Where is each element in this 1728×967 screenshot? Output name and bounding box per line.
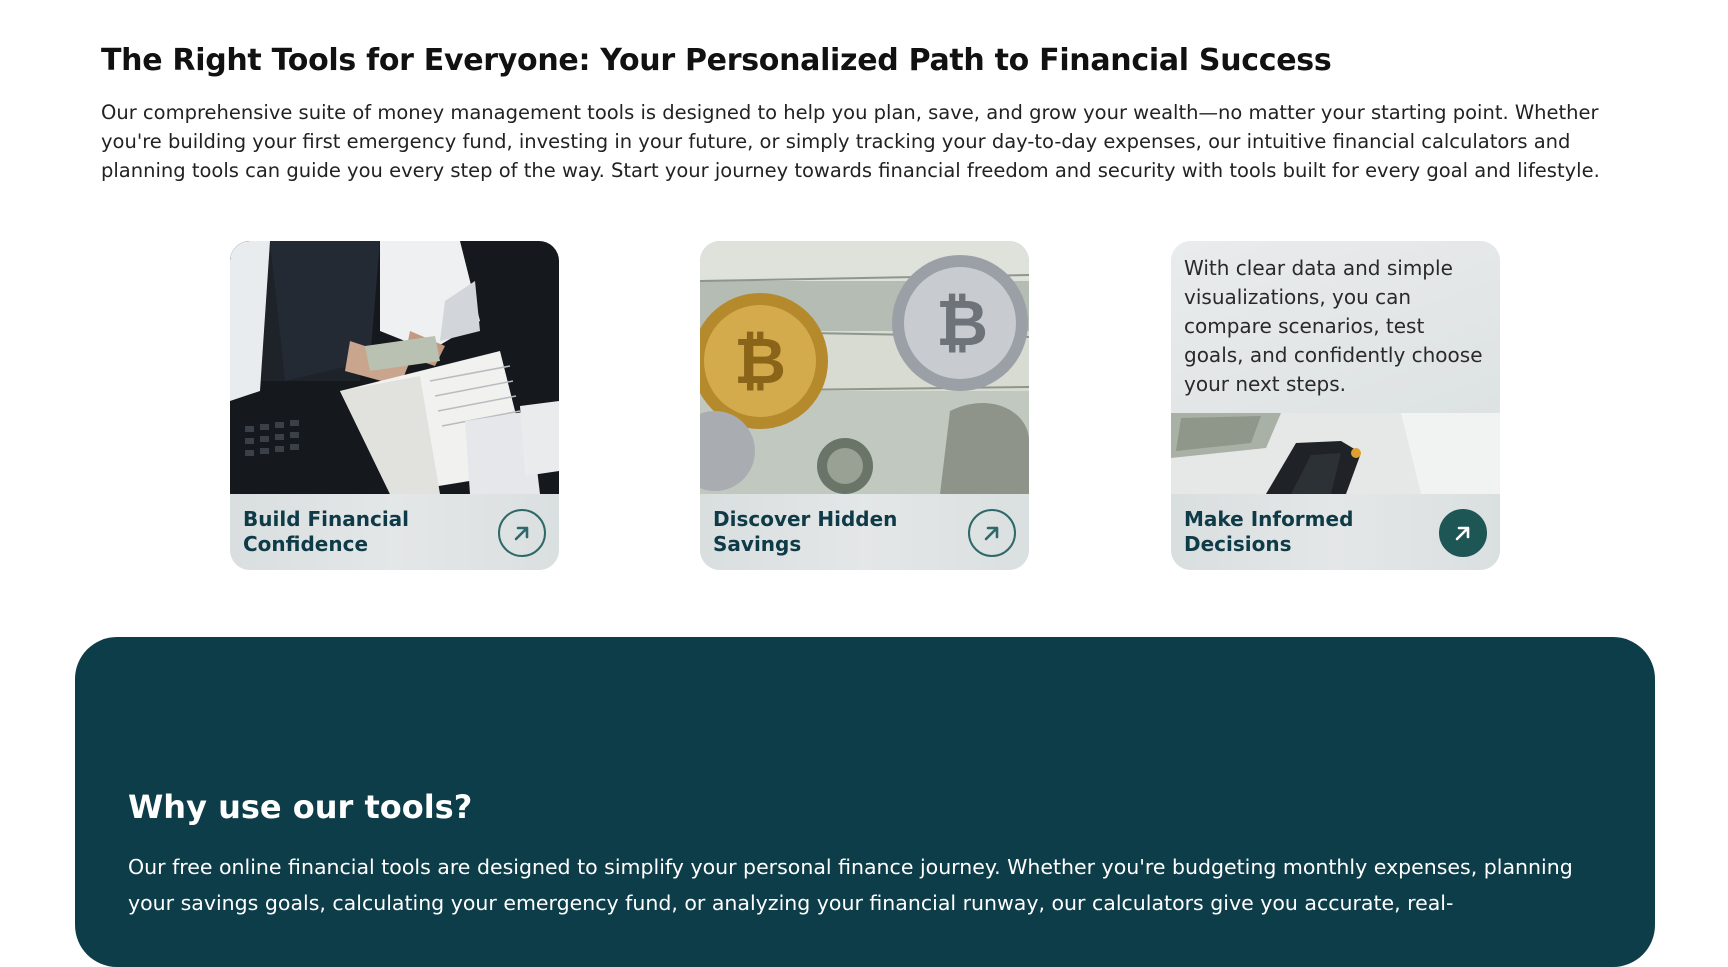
intro-title: The Right Tools for Everyone: Your Perso…	[101, 43, 1332, 78]
why-body: Our free online financial tools are desi…	[128, 855, 1573, 915]
card-build-financial-confidence[interactable]: Build Financial Confidence	[230, 241, 559, 570]
why-use-our-tools-section: Why use our tools? Our free online finan…	[75, 637, 1655, 967]
card-title: Discover Hidden Savings	[713, 507, 898, 556]
card-title: Build Financial Confidence	[243, 507, 410, 556]
card-title: Make Informed Decisions	[1184, 507, 1354, 556]
intro-section: The Right Tools for Everyone: Your Perso…	[101, 42, 1641, 185]
intro-body: Our comprehensive suite of money managem…	[101, 101, 1600, 182]
arrow-up-right-icon[interactable]	[1439, 509, 1487, 557]
svg-text:₿: ₿	[734, 325, 786, 399]
feature-cards: Build Financial Confidence ₿ ₿ Discover …	[0, 241, 1728, 571]
arrow-up-right-icon[interactable]	[968, 509, 1016, 557]
card-make-informed-decisions[interactable]: With clear data and simple visualization…	[1171, 241, 1500, 570]
card-image-bitcoin-and-dollars: ₿ ₿	[700, 241, 1029, 494]
card-description: With clear data and simple visualization…	[1184, 256, 1483, 396]
card-discover-hidden-savings[interactable]: ₿ ₿ Discover Hidden Savings	[700, 241, 1029, 570]
card-image-phone-and-cash	[1171, 413, 1500, 494]
svg-text:₿: ₿	[936, 287, 988, 361]
card-image-man-counting-money	[230, 241, 559, 494]
arrow-up-right-icon[interactable]	[498, 509, 546, 557]
why-title: Why use our tools?	[128, 788, 473, 826]
